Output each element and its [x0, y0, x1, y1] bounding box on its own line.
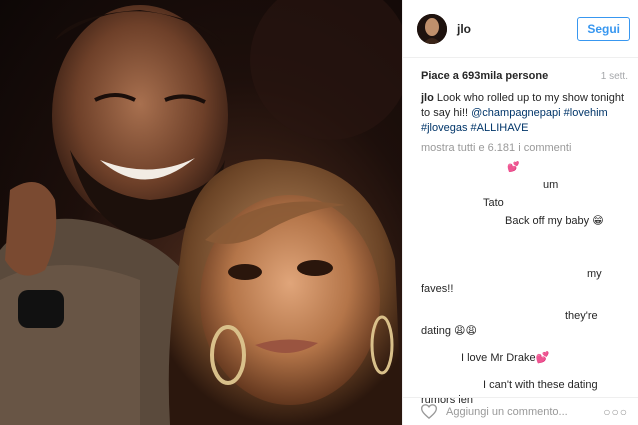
avatar-image	[417, 13, 447, 44]
comment-item: 💕	[421, 160, 628, 175]
hashtag-link[interactable]: #ALLIHAVE	[471, 122, 529, 134]
comment-item: Tato	[421, 196, 628, 211]
mention-link[interactable]: @champagnepapi	[471, 107, 560, 119]
comment-item: my faves!!	[421, 267, 628, 297]
comment-text: Back off my baby 😁	[505, 215, 604, 227]
instagram-post: jlo Segui Piace a 693mila persone 1 sett…	[0, 0, 638, 425]
follow-button[interactable]: Segui	[577, 16, 630, 41]
post-header: jlo Segui	[403, 0, 638, 58]
likes-count[interactable]: Piace a 693mila persone	[421, 70, 548, 82]
hashtag-link[interactable]: #lovehim	[564, 107, 608, 119]
post-side-panel: jlo Segui Piace a 693mila persone 1 sett…	[402, 0, 638, 425]
post-meta: Piace a 693mila persone 1 sett.	[403, 58, 638, 82]
post-photo[interactable]	[0, 0, 402, 425]
username[interactable]: jlo	[457, 22, 577, 36]
comment-text: um	[543, 179, 559, 191]
comment-item: Back off my baby 😁	[421, 214, 628, 229]
comment-item: um	[421, 178, 628, 193]
add-comment-input[interactable]: Aggiungi un commento...	[446, 406, 603, 418]
comment-text: I love Mr Drake💕	[461, 352, 550, 364]
comment-item: they're dating 😩😩	[421, 309, 628, 339]
hashtag-link[interactable]: #jlovegas	[421, 122, 467, 134]
post-timestamp[interactable]: 1 sett.	[601, 71, 628, 82]
heart-icon[interactable]	[421, 404, 437, 419]
more-options-icon[interactable]: ○○○	[603, 405, 628, 419]
caption-username[interactable]: jlo	[421, 92, 434, 104]
comment-text: they're dating 😩😩	[421, 310, 598, 337]
comments-list: jlo Look who rolled up to my show tonigh…	[403, 82, 638, 408]
caption: jlo Look who rolled up to my show tonigh…	[421, 91, 628, 136]
comment-text: Tato	[483, 197, 504, 209]
comment-text: my faves!!	[421, 268, 602, 295]
comment-text: 💕	[507, 162, 520, 173]
comment-item: I love Mr Drake💕	[421, 351, 628, 366]
selfie-illustration	[0, 0, 402, 425]
avatar[interactable]	[417, 13, 447, 44]
comment-bar: Aggiungi un commento... ○○○	[403, 397, 638, 425]
load-more-comments[interactable]: mostra tutti e 6.181 i commenti	[421, 141, 628, 156]
